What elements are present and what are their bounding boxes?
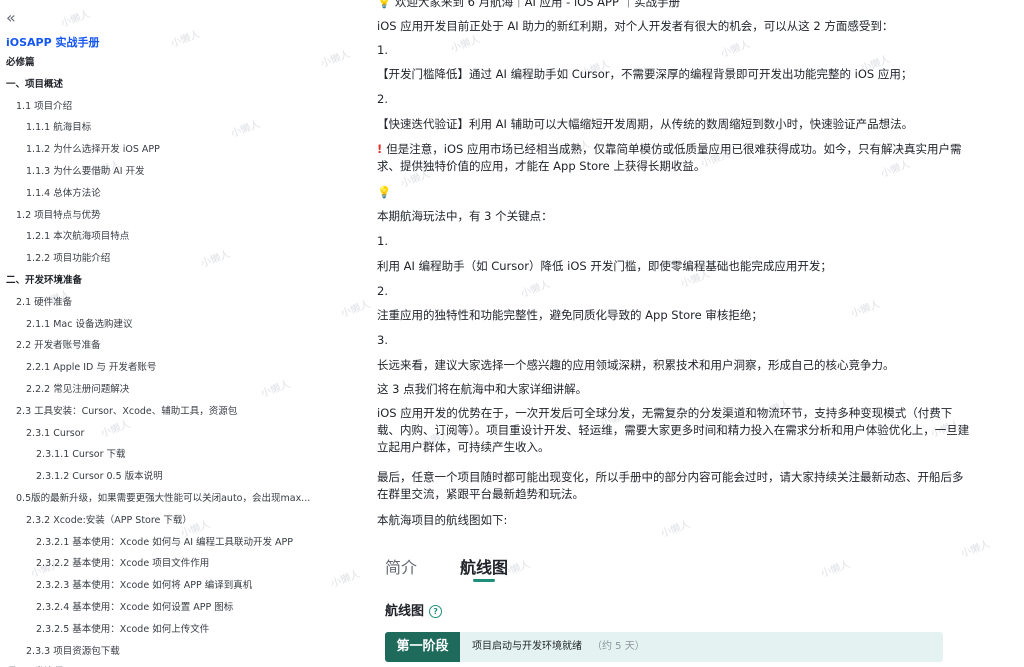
key-point-1: 利用 AI 编程助手（如 Cursor）降低 iOS 开发门槛，即使零编程基础也… — [377, 259, 832, 273]
roadmap-card: 简介 航线图 航线图? 第一阶段 项目启动与开发环境就绪 （约 5 天） — [377, 538, 977, 667]
toc-item[interactable]: 2.3.2.3 基本使用：Xcode 如何将 APP 编译到真机 — [0, 575, 330, 597]
key-point-3: 长远来看，建议大家选择一个感兴趣的应用领域深耕，积累技术和用户洞察，形成自己的核… — [377, 358, 895, 372]
toc-item[interactable]: 2.3.3 项目资源包下载 — [0, 641, 330, 663]
watermark-text: 小懒人 — [339, 299, 372, 320]
toc-item[interactable]: 1.1.4 总体方法论 — [0, 183, 330, 205]
tab-roadmap[interactable]: 航线图 — [460, 554, 508, 578]
advantage-paragraph: iOS 应用开发的优势在于，一次开发后可全球分发，无需复杂的分发渠道和物流环节，… — [377, 406, 970, 454]
list-number: 3. — [377, 333, 388, 347]
toc-item[interactable]: 2.1 硬件准备 — [0, 292, 330, 314]
final-note-paragraph: 最后，任意一个项目随时都可能出现变化，所以手册中的部分内容可能会过时，请大家持续… — [377, 470, 964, 501]
toc-item[interactable]: 2.3.2.2 基本使用：Xcode 项目文件作用 — [0, 553, 330, 575]
list-number: 1. — [377, 234, 388, 248]
roadmap-intro: 本航海项目的航线图如下: — [377, 513, 508, 527]
toc-item[interactable]: 项目开发流程 — [0, 662, 330, 667]
phase-desc-text: 项目启动与开发环境就绪 — [472, 641, 582, 652]
list-number: 2. — [377, 284, 388, 298]
warning-callout: ! 但是注意，iOS 应用市场已经相当成熟，仅靠简单模仿或低质量应用已很难获得成功… — [377, 141, 973, 175]
active-tab-indicator — [473, 579, 495, 582]
list-number: 1. — [377, 43, 388, 57]
sidebar-toc: « iOSAPP 实战手册 必修篇 一、项目概述 1.1 项目介绍 1.1.1 航海目… — [0, 0, 330, 667]
key-points-summary: 这 3 点我们将在航海中和大家详细讲解。 — [377, 382, 588, 396]
toc-item[interactable]: 1.1.1 航海目标 — [0, 117, 330, 139]
toc-item[interactable]: 2.2.2 常见注册问题解决 — [0, 379, 330, 401]
toc-item[interactable]: 2.3.2 Xcode:安装（APP Store 下载） — [0, 510, 330, 532]
list-number: 2. — [377, 92, 388, 106]
collapse-sidebar-icon[interactable]: « — [6, 10, 16, 26]
toc-item[interactable]: 2.3.2.4 基本使用：Xcode 如何设置 APP 图标 — [0, 597, 330, 619]
tab-intro[interactable]: 简介 — [385, 554, 417, 578]
document-body: 💡 欢迎大家来到 6 月航海｜AI 应用 - iOS APP ｜实战手册 iOS… — [377, 0, 977, 667]
toc-item[interactable]: 2.3.2.1 基本使用：Xcode 如何与 AI 编程工具联动开发 APP — [0, 532, 330, 554]
key-points-intro: 本期航海玩法中，有 3 个关键点： — [377, 209, 553, 223]
toc-item[interactable]: 1.2 项目特点与优势 — [0, 205, 330, 227]
toc-item[interactable]: 二、开发环境准备 — [0, 270, 330, 292]
toc-item[interactable]: 1.2.1 本次航海项目特点 — [0, 226, 330, 248]
toc-item[interactable]: 1.1.3 为什么要借助 AI 开发 — [0, 161, 330, 183]
key-point-2: 注重应用的独特性和功能完整性，避免同质化导致的 App Store 审核拒绝； — [377, 308, 763, 322]
toc-item[interactable]: 1.1 项目介绍 — [0, 96, 330, 118]
phase-label: 第一阶段 — [385, 632, 460, 662]
toc-item[interactable]: 2.2 开发者账号准备 — [0, 335, 330, 357]
point-fast-iteration: 【快速迭代验证】利用 AI 辅助可以大幅缩短开发周期，从传统的数周缩短到数小时，… — [377, 117, 914, 131]
phase-description: 项目启动与开发环境就绪 （约 5 天） — [472, 632, 645, 662]
toc-item[interactable]: 2.3.1.2 Cursor 0.5 版本说明 — [0, 466, 330, 488]
intro-paragraph: iOS 应用开发目前正处于 AI 助力的新红利期，对个人开发者有很大的机会，可以… — [377, 19, 894, 33]
toc-item[interactable]: 0.5版的最新升级，如果需要更强大性能可以关闭auto，会出现max... — [0, 488, 322, 510]
toc-item[interactable]: 2.2.1 Apple ID 与 开发者账号 — [0, 357, 330, 379]
toc-item[interactable]: 一、项目概述 — [0, 74, 330, 96]
toc-item[interactable]: 2.3.1 Cursor — [0, 423, 330, 445]
document-title[interactable]: iOSAPP 实战手册 — [6, 34, 100, 50]
lightbulb-icon: 💡 — [377, 185, 392, 199]
toc-item[interactable]: 必修篇 — [0, 52, 330, 74]
help-icon[interactable]: ? — [429, 605, 443, 618]
toc-item[interactable]: 2.3.2.5 基本使用：Xcode 如何上传文件 — [0, 619, 330, 641]
toc-item[interactable]: 2.1.1 Mac 设备选购建议 — [0, 314, 330, 336]
warning-icon: ! — [377, 142, 383, 156]
warning-text: 但是注意，iOS 应用市场已经相当成熟，仅靠简单模仿或低质量应用已很难获得成功。… — [377, 142, 962, 173]
toc-list: 必修篇 一、项目概述 1.1 项目介绍 1.1.1 航海目标 1.1.2 为什么选择开发… — [0, 52, 330, 667]
roadmap-section-title: 航线图? — [385, 600, 443, 619]
toc-item[interactable]: 2.3 工具安装：Cursor、Xcode、辅助工具，资源包 — [0, 401, 330, 423]
welcome-callout: 💡 欢迎大家来到 6 月航海｜AI 应用 - iOS APP ｜实战手册 — [377, 0, 681, 9]
toc-item[interactable]: 2.3.1.1 Cursor 下载 — [0, 444, 330, 466]
phase-row[interactable]: 第一阶段 项目启动与开发环境就绪 （约 5 天） — [385, 632, 943, 662]
toc-item[interactable]: 1.2.2 项目功能介绍 — [0, 248, 330, 270]
point-lower-barrier: 【开发门槛降低】通过 AI 编程助手如 Cursor，不需要深厚的编程背景即可开… — [377, 67, 913, 81]
toc-item[interactable]: 1.1.2 为什么选择开发 iOS APP — [0, 139, 330, 161]
roadmap-heading-text: 航线图 — [385, 604, 425, 619]
watermark-text: 小懒人 — [329, 569, 362, 590]
phase-duration: （约 5 天） — [592, 641, 645, 652]
